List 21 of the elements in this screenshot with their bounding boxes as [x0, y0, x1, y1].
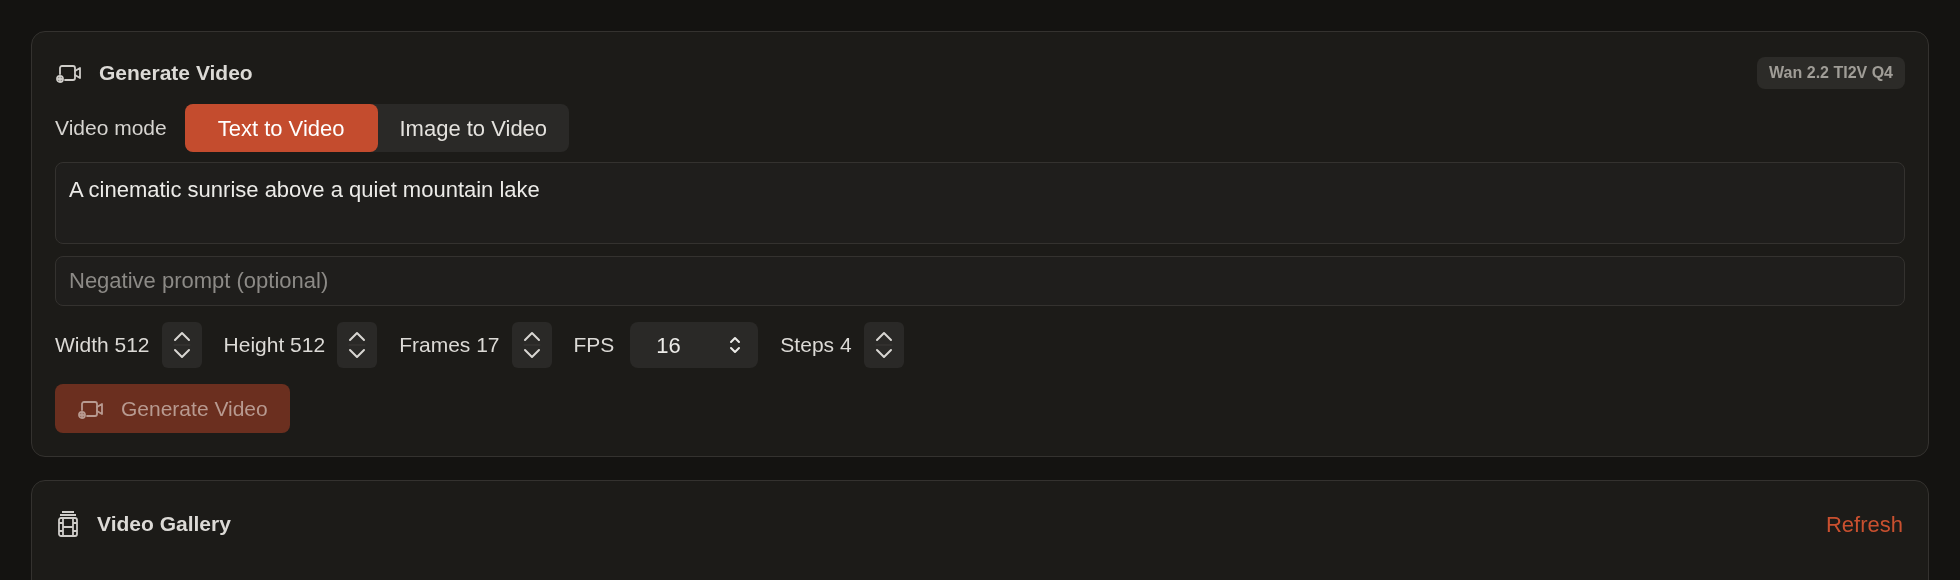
- panel-title: Generate Video: [99, 60, 253, 87]
- prompt-field[interactable]: A cinematic sunrise above a quiet mountain lake: [55, 162, 1905, 244]
- mode-label: Video mode: [55, 115, 167, 142]
- stepper-button[interactable]: [337, 322, 378, 368]
- mode-tab[interactable]: Text to Video: [184, 104, 378, 152]
- mode-tab[interactable]: Image to Video: [377, 104, 570, 152]
- stepper-button[interactable]: [161, 322, 202, 368]
- param-label: Height 512: [223, 332, 326, 359]
- param-label: Frames 17: [399, 332, 500, 359]
- panel-title: Video Gallery: [97, 511, 231, 538]
- param-label: Steps 4: [780, 332, 852, 359]
- stepper-button[interactable]: [863, 322, 904, 368]
- param-label: Width 512: [55, 332, 150, 359]
- up-down-chevron-icon: [728, 335, 743, 355]
- stepper-button[interactable]: [511, 322, 552, 368]
- fps-select[interactable]: 16: [630, 322, 759, 368]
- param-label: FPS: [573, 332, 615, 359]
- film-icon: [57, 510, 79, 538]
- negative-prompt-field[interactable]: Negative prompt (optional): [55, 256, 1905, 306]
- model-badge: Wan 2.2 TI2V Q4: [1757, 57, 1905, 89]
- refresh-link[interactable]: Refresh: [1825, 507, 1903, 541]
